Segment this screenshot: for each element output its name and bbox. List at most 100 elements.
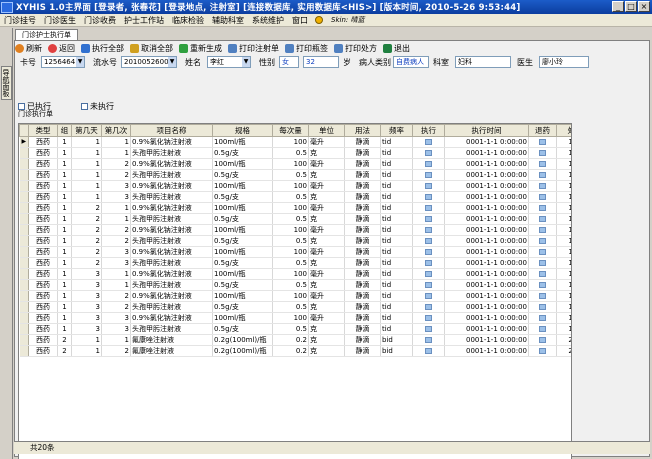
execute-checkbox[interactable] <box>412 180 445 192</box>
card-field[interactable]: 1256464 ▼ <box>41 56 85 68</box>
print-prescription-button[interactable]: 打印处方 <box>334 43 377 54</box>
minimize-icon[interactable]: _ <box>612 1 624 12</box>
table-row[interactable]: 西药 2 1 2 氟康唑注射液 0.2g(100ml)/瓶 0.2 克静滴 bid 0001-1-… <box>19 345 571 357</box>
col-header-usage[interactable]: 用法 <box>344 124 381 137</box>
return-checkbox[interactable] <box>528 180 557 192</box>
table-row[interactable]: 西药 1 1 2 0.9%氯化钠注射液 100ml/瓶 100 毫升 静滴 tid 0001-1-1… <box>19 158 571 170</box>
execute-checkbox[interactable] <box>412 158 445 170</box>
execute-checkbox[interactable] <box>412 147 445 159</box>
row-indicator[interactable] <box>19 191 29 203</box>
return-checkbox[interactable] <box>528 323 557 335</box>
sex-field[interactable]: 女 <box>279 56 299 68</box>
col-header-item[interactable]: 项目名称 <box>130 124 213 137</box>
row-indicator[interactable] <box>19 345 29 357</box>
execute-checkbox[interactable] <box>412 202 445 214</box>
col-header-spec[interactable]: 规格 <box>212 124 273 137</box>
execute-checkbox[interactable] <box>412 334 445 346</box>
table-row[interactable]: 西药 1 3 1 0.9%氯化钠注射液 100ml/瓶 100 毫升 静滴 tid 0001-1-1… <box>19 268 571 280</box>
menu-item-nurse-station[interactable]: 护士工作站 <box>120 15 168 26</box>
return-checkbox[interactable] <box>528 345 557 357</box>
exit-button[interactable]: 退出 <box>383 43 410 54</box>
name-field[interactable]: 李红 ▼ <box>207 56 251 68</box>
execute-checkbox[interactable] <box>412 279 445 291</box>
row-indicator[interactable] <box>19 147 29 159</box>
chevron-down-icon[interactable]: ▼ <box>242 57 250 67</box>
dept-field[interactable]: 妇科 <box>455 56 511 68</box>
col-header-return[interactable]: 退药 <box>528 124 557 137</box>
serial-field[interactable]: 201005260006 ▼ <box>121 56 177 68</box>
print-injection-button[interactable]: 打印注射单 <box>228 43 279 54</box>
table-row[interactable]: 西药 2 1 1 氟康唑注射液 0.2g(100ml)/瓶 0.2 克静滴 bid 0001-1-… <box>19 334 571 346</box>
table-row[interactable]: 西药 1 3 1 头孢甲肟注射液 0.5g/支 0.5 克静滴 tid 0001-1-1 0:00… <box>19 279 571 291</box>
regenerate-button[interactable]: 重新生成 <box>179 43 222 54</box>
return-checkbox[interactable] <box>528 191 557 203</box>
table-row[interactable]: 西药 1 2 1 0.9%氯化钠注射液 100ml/瓶 100 毫升 静滴 tid 0001-1-1… <box>19 202 571 214</box>
col-header-rx[interactable]: 处方 <box>556 124 571 137</box>
table-row[interactable]: 西药 1 3 3 头孢甲肟注射液 0.5g/支 0.5 克静滴 tid 0001-1-1 0:00… <box>19 323 571 335</box>
row-indicator[interactable] <box>19 246 29 258</box>
refresh-button[interactable]: 刷新 <box>15 43 42 54</box>
row-indicator[interactable] <box>19 158 29 170</box>
age-field[interactable]: 32 <box>303 56 339 68</box>
col-header-execute[interactable]: 执行 <box>412 124 445 137</box>
patient-type-field[interactable]: 自费病人 <box>393 56 429 68</box>
return-checkbox[interactable] <box>528 246 557 258</box>
execute-checkbox[interactable] <box>412 213 445 225</box>
return-checkbox[interactable] <box>528 147 557 159</box>
execute-all-button[interactable]: 执行全部 <box>81 43 124 54</box>
menu-item-lab[interactable]: 临床检验 <box>168 15 208 26</box>
chevron-down-icon[interactable]: ▼ <box>76 57 84 67</box>
table-row[interactable]: 西药 1 3 3 0.9%氯化钠注射液 100ml/瓶 100 毫升 静滴 tid 0001-1-1… <box>19 312 571 324</box>
col-header-day[interactable]: 第几天 <box>71 124 102 137</box>
return-checkbox[interactable] <box>528 213 557 225</box>
row-indicator[interactable] <box>19 180 29 192</box>
menu-item-doctor[interactable]: 门诊医生 <box>40 15 80 26</box>
back-button[interactable]: 返回 <box>48 43 75 54</box>
table-row[interactable]: 西药 1 2 1 头孢甲肟注射液 0.5g/支 0.5 克静滴 tid 0001-1-1 0:00… <box>19 213 571 225</box>
row-indicator[interactable] <box>19 202 29 214</box>
row-indicator[interactable] <box>19 279 29 291</box>
row-indicator[interactable] <box>19 334 29 346</box>
execute-checkbox[interactable] <box>412 345 445 357</box>
not-executed-checkbox[interactable]: 未执行 <box>81 101 114 112</box>
return-checkbox[interactable] <box>528 301 557 313</box>
table-row[interactable]: 西药 1 1 3 0.9%氯化钠注射液 100ml/瓶 100 毫升 静滴 tid 0001-1-1… <box>19 180 571 192</box>
col-header-group[interactable]: 组 <box>57 124 72 137</box>
row-indicator[interactable] <box>19 290 29 302</box>
table-row[interactable]: 西药 1 2 2 头孢甲肟注射液 0.5g/支 0.5 克静滴 tid 0001-1-1 0:00… <box>19 235 571 247</box>
cancel-all-button[interactable]: 取消全部 <box>130 43 173 54</box>
return-checkbox[interactable] <box>528 334 557 346</box>
col-header-times[interactable]: 第几次 <box>101 124 131 137</box>
skin-icon[interactable] <box>315 16 323 24</box>
skin-label[interactable]: Skin: 晴蓝 <box>331 15 364 25</box>
execute-checkbox[interactable] <box>412 323 445 335</box>
executed-checkbox[interactable]: 已执行 <box>18 101 51 112</box>
execute-checkbox[interactable] <box>412 224 445 236</box>
table-row[interactable]: 西药 1 3 2 头孢甲肟注射液 0.5g/支 0.5 克静滴 tid 0001-1-1 0:00… <box>19 301 571 313</box>
execute-checkbox[interactable] <box>412 301 445 313</box>
close-icon[interactable]: × <box>638 1 650 12</box>
return-checkbox[interactable] <box>528 235 557 247</box>
row-indicator[interactable] <box>19 235 29 247</box>
row-indicator[interactable] <box>19 213 29 225</box>
return-checkbox[interactable] <box>528 202 557 214</box>
return-checkbox[interactable] <box>528 136 557 148</box>
col-header-type[interactable]: 类型 <box>28 124 58 137</box>
row-indicator[interactable] <box>19 224 29 236</box>
print-label-button[interactable]: 打印瓶签 <box>285 43 328 54</box>
execute-checkbox[interactable] <box>412 312 445 324</box>
table-row[interactable]: 西药 1 1 1 头孢甲肟注射液 0.5g/支 0.5 克静滴 tid 0001-1-1 0:00… <box>19 147 571 159</box>
execute-checkbox[interactable] <box>412 235 445 247</box>
table-row[interactable]: ▶ 西药 1 1 1 0.9%氯化钠注射液 100ml/瓶 100 毫升 静滴 tid 0001-1-… <box>19 136 571 148</box>
table-row[interactable]: 西药 1 1 3 头孢甲肟注射液 0.5g/支 0.5 克静滴 tid 0001-1-1 0:00… <box>19 191 571 203</box>
menu-item-billing[interactable]: 门诊收费 <box>80 15 120 26</box>
execute-checkbox[interactable] <box>412 136 445 148</box>
chevron-down-icon[interactable]: ▼ <box>168 57 176 67</box>
execute-checkbox[interactable] <box>412 290 445 302</box>
menu-item-system[interactable]: 系统维护 <box>248 15 288 26</box>
table-row[interactable]: 西药 1 2 2 0.9%氯化钠注射液 100ml/瓶 100 毫升 静滴 tid 0001-1-1… <box>19 224 571 236</box>
menu-item-window[interactable]: 窗口 <box>288 15 312 26</box>
col-header-unit[interactable]: 单位 <box>308 124 345 137</box>
col-header-dose[interactable]: 每次量 <box>272 124 309 137</box>
return-checkbox[interactable] <box>528 290 557 302</box>
